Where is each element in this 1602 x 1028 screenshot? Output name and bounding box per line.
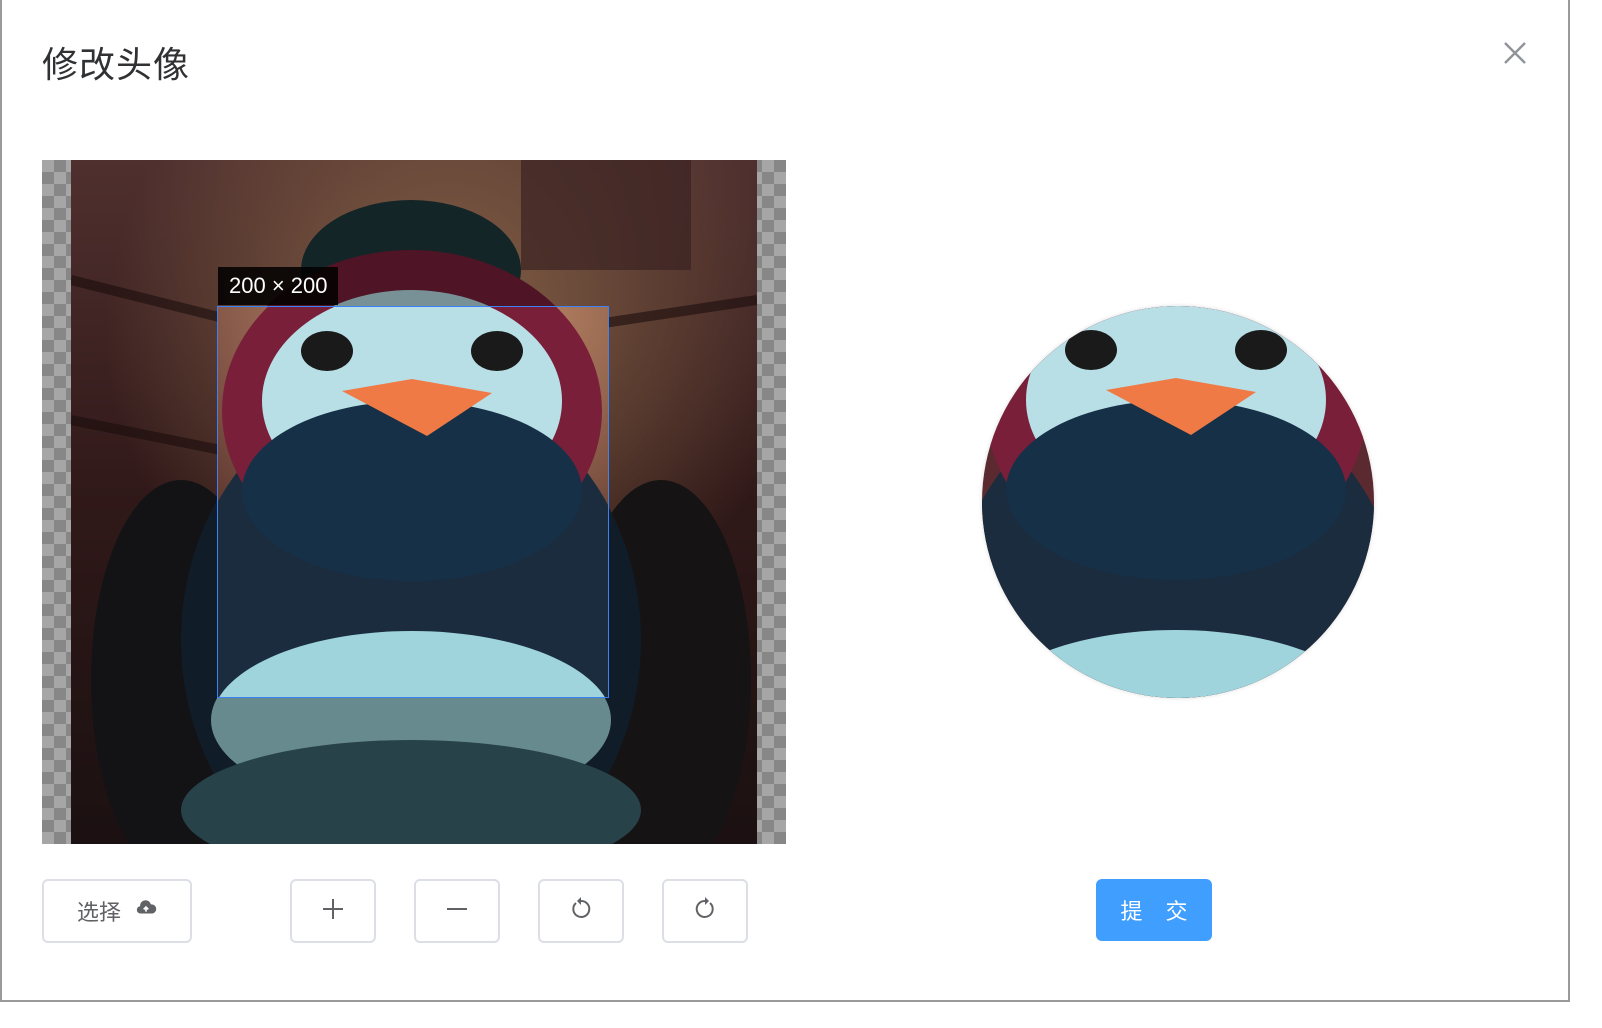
rotate-left-button[interactable] bbox=[538, 879, 624, 943]
plus-icon bbox=[320, 896, 346, 926]
zoom-in-button[interactable] bbox=[290, 879, 376, 943]
select-image-button[interactable]: 选择 bbox=[42, 879, 192, 943]
select-button-label: 选择 bbox=[76, 901, 121, 926]
zoom-out-button[interactable] bbox=[414, 879, 500, 943]
close-icon[interactable] bbox=[1498, 36, 1532, 70]
avatar-preview bbox=[982, 306, 1374, 698]
submit-button[interactable]: 提 交 bbox=[1096, 879, 1212, 941]
crop-size-label: 200 × 200 bbox=[218, 267, 339, 305]
crop-box[interactable] bbox=[217, 306, 609, 698]
dialog-title: 修改头像 bbox=[42, 45, 191, 86]
avatar-dialog: 修改头像 200 × 200 选择 提 交 bbox=[0, 0, 1570, 1002]
minus-icon bbox=[444, 896, 470, 926]
rotate-left-icon bbox=[568, 896, 594, 926]
upload-cloud-icon bbox=[135, 897, 157, 925]
image-cropper[interactable]: 200 × 200 bbox=[42, 160, 786, 844]
rotate-right-button[interactable] bbox=[662, 879, 748, 943]
rotate-right-icon bbox=[692, 896, 718, 926]
